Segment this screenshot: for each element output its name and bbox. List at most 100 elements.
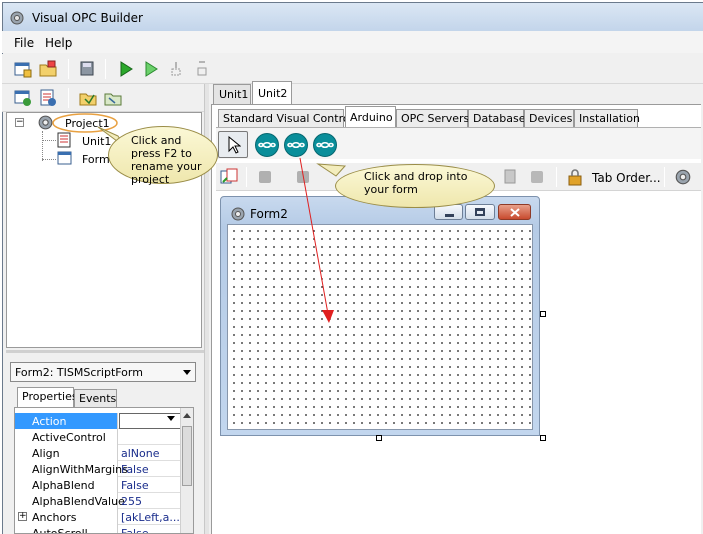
- chevron-down-icon[interactable]: [167, 416, 175, 421]
- unit-file-icon: [57, 132, 71, 148]
- property-row[interactable]: AlphaBlend False: [15, 477, 181, 493]
- rename-callout: Click and press F2 to rename your projec…: [108, 126, 218, 186]
- expand-toggle[interactable]: +: [18, 512, 27, 521]
- collapse-toggle[interactable]: −: [15, 118, 24, 127]
- tree-line: [42, 140, 56, 141]
- arduino-component-icon[interactable]: [284, 133, 308, 157]
- property-value[interactable]: alNone: [119, 445, 181, 461]
- pointer-tool-button[interactable]: [218, 131, 248, 158]
- main-toolbar: [2, 54, 703, 84]
- property-name: AlignWithMargins: [15, 461, 128, 477]
- close-button[interactable]: [498, 204, 531, 220]
- tab-devices[interactable]: Devices: [524, 109, 574, 127]
- size-icon[interactable]: [294, 168, 312, 186]
- property-value[interactable]: False: [119, 525, 181, 533]
- open-project-icon[interactable]: [39, 60, 57, 78]
- tab-events[interactable]: Events: [74, 389, 117, 407]
- property-grid: Action ActiveControl Align alNone AlignW…: [14, 407, 194, 534]
- maximize-icon: [475, 208, 485, 216]
- designed-form[interactable]: Form2: [220, 196, 540, 436]
- rename-callout-text: Click and press F2 to rename your projec…: [131, 134, 202, 186]
- toolbar-separator: [105, 59, 106, 79]
- property-row[interactable]: + Anchors [akLeft,a...: [15, 509, 181, 525]
- add-form-icon[interactable]: [14, 89, 32, 107]
- property-value[interactable]: [119, 429, 181, 445]
- tab-installation[interactable]: Installation: [574, 109, 640, 127]
- tab-properties[interactable]: Properties: [17, 387, 78, 407]
- new-project-icon[interactable]: [14, 60, 32, 78]
- resize-handle-bottom[interactable]: [376, 435, 382, 441]
- arduino-opc-component-icon[interactable]: [255, 133, 279, 157]
- resize-handle-right[interactable]: [540, 311, 546, 317]
- property-row[interactable]: AlphaBlendValue 255: [15, 493, 181, 509]
- minimize-icon: [445, 214, 454, 217]
- form-client-grid[interactable]: [227, 224, 533, 430]
- scroll-up-icon[interactable]: [183, 413, 191, 418]
- toolbar-separator: [556, 167, 557, 187]
- tab-standard-visual-controls[interactable]: Standard Visual Controls: [218, 109, 358, 127]
- remove-from-project-icon[interactable]: [104, 89, 122, 107]
- window-title: Visual OPC Builder: [32, 11, 143, 25]
- gear-icon: [231, 207, 245, 221]
- property-row[interactable]: Action: [15, 413, 181, 429]
- tree-line: [42, 159, 56, 160]
- copy-icon[interactable]: [502, 168, 520, 186]
- scroll-thumb[interactable]: [182, 426, 192, 486]
- toolbar-separator: [246, 167, 247, 187]
- property-scrollbar[interactable]: [180, 408, 193, 533]
- add-unit-icon[interactable]: [39, 89, 57, 107]
- property-name: AutoScroll: [15, 525, 118, 533]
- property-name: Align: [15, 445, 118, 461]
- infinity-symbol-icon: [316, 141, 334, 149]
- property-value[interactable]: False: [119, 461, 181, 477]
- property-row[interactable]: Align alNone: [15, 445, 181, 461]
- property-name: ActiveControl: [15, 429, 118, 445]
- drop-callout-text: Click and drop into your form: [364, 170, 468, 196]
- save-all-icon[interactable]: [78, 60, 96, 78]
- menu-bar: File Help: [2, 31, 703, 53]
- chevron-down-icon: [183, 370, 191, 375]
- run-icon[interactable]: [117, 60, 135, 78]
- object-selector-value: Form2: TISMScriptForm: [15, 366, 143, 379]
- tab-unit2[interactable]: Unit2: [252, 81, 292, 104]
- tree-item-unit1[interactable]: Unit1: [82, 135, 111, 148]
- add-to-project-icon[interactable]: [79, 89, 97, 107]
- resize-handle-corner[interactable]: [540, 435, 546, 441]
- infinity-symbol-icon: [287, 141, 305, 149]
- cursor-arrow-icon: [228, 136, 241, 154]
- toolbar-separator: [68, 59, 69, 79]
- close-icon: [510, 208, 520, 217]
- tab-database[interactable]: Database: [468, 109, 526, 127]
- toggle-form-unit-icon[interactable]: [220, 168, 238, 186]
- paste-icon[interactable]: [528, 168, 546, 186]
- property-value[interactable]: False: [119, 477, 181, 493]
- pane-splitter[interactable]: [6, 350, 204, 353]
- toolbar-separator: [68, 88, 69, 108]
- run-without-debug-icon[interactable]: [142, 60, 160, 78]
- property-name: AlphaBlendValue: [15, 493, 125, 509]
- step-over-icon[interactable]: [193, 60, 211, 78]
- arduino-vin-component-icon[interactable]: [313, 133, 337, 157]
- maximize-button[interactable]: [465, 204, 495, 220]
- property-value[interactable]: [akLeft,a...: [119, 509, 181, 525]
- lock-icon[interactable]: [566, 168, 584, 186]
- gear-icon[interactable]: [674, 168, 692, 186]
- step-into-icon[interactable]: [168, 60, 186, 78]
- tab-opc-servers[interactable]: OPC Servers: [396, 109, 469, 127]
- object-selector[interactable]: Form2: TISMScriptForm: [10, 362, 196, 382]
- align-icon[interactable]: [256, 168, 274, 186]
- tab-unit1[interactable]: Unit1: [213, 84, 251, 104]
- property-row[interactable]: AlignWithMargins False: [15, 461, 181, 477]
- property-row[interactable]: AutoScroll False: [15, 525, 181, 533]
- project-node[interactable]: Project1: [65, 117, 110, 130]
- property-name: AlphaBlend: [15, 477, 118, 493]
- gear-icon: [38, 115, 53, 130]
- property-row[interactable]: ActiveControl: [15, 429, 181, 445]
- tab-order-button[interactable]: Tab Order...: [592, 171, 661, 185]
- tree-line: [42, 131, 43, 161]
- toolbar-separator: [664, 167, 665, 187]
- menu-file[interactable]: File: [14, 36, 34, 50]
- property-value[interactable]: 255: [119, 493, 181, 509]
- tab-arduino[interactable]: Arduino: [345, 106, 396, 127]
- menu-help[interactable]: Help: [45, 36, 72, 50]
